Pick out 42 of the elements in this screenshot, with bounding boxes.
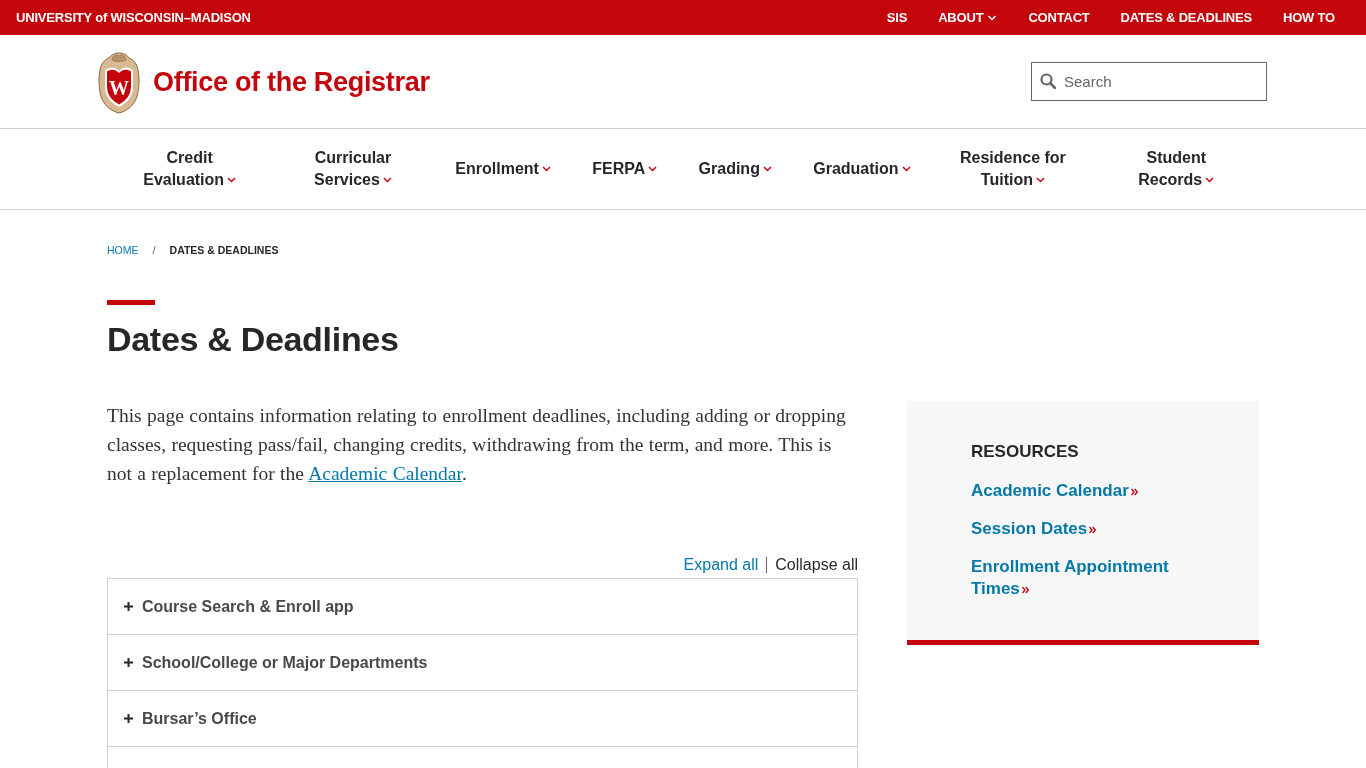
chevron-down-icon: [762, 166, 772, 172]
main-nav-link[interactable]: Graduation: [813, 158, 911, 180]
top-nav-link[interactable]: DATES & DEADLINES: [1120, 10, 1252, 25]
chevron-down-icon: [227, 177, 237, 183]
chevron-down-icon: [541, 166, 551, 172]
main-nav-link[interactable]: Student Records: [1115, 147, 1238, 191]
chevron-down-icon: [648, 166, 658, 172]
double-chevron-icon: [1130, 488, 1138, 496]
breadcrumb-link[interactable]: HOME: [107, 243, 139, 257]
intro-paragraph: This page contains information relating to enrollment deadlines, including adding or dropping classes, requesting pass/fail, changing credits, withdrawing from the term, and more. This is not a replacement for the Academic Calendar.: [107, 404, 847, 486]
search-field[interactable]: Search: [1031, 62, 1267, 101]
main-nav-link[interactable]: Residence for Tuition: [951, 147, 1074, 191]
calendar-link[interactable]: Academic Calendar: [308, 463, 462, 484]
resource-link[interactable]: Enrollment Appointment Times: [971, 556, 1219, 600]
university-link[interactable]: UNIVERSITY of WISCONSIN–MADISON: [16, 10, 251, 25]
title-accent-bar: [107, 300, 155, 305]
chevron-down-icon: [382, 177, 392, 183]
breadcrumb-separator: /: [152, 243, 156, 257]
resource-link[interactable]: Session Dates: [971, 518, 1097, 540]
main-nav-link[interactable]: FERPA: [592, 158, 658, 180]
main-nav-link[interactable]: Grading: [698, 158, 772, 180]
resource-link[interactable]: Academic Calendar: [971, 480, 1138, 502]
site-title[interactable]: Office of the Registrar: [153, 67, 430, 98]
main-nav-link[interactable]: Credit Evaluation: [128, 147, 251, 191]
resources-heading: RESOURCES: [971, 441, 1080, 463]
expand-all-link[interactable]: Expand all: [683, 555, 759, 575]
double-chevron-icon: [1089, 526, 1097, 534]
main-nav-link[interactable]: Enrollment: [455, 158, 551, 180]
top-nav-link[interactable]: SIS: [886, 10, 908, 25]
double-chevron-icon: [1021, 586, 1029, 594]
top-nav-link[interactable]: ABOUT: [938, 10, 998, 25]
chevron-down-icon: [1205, 177, 1215, 183]
main-nav-link[interactable]: Curricular Services: [292, 147, 414, 191]
chevron-down-icon: [987, 14, 998, 21]
chevron-down-icon: [901, 166, 911, 172]
crest-logo: W: [98, 51, 140, 114]
search-icon: [1040, 73, 1056, 89]
chevron-down-icon: [1036, 177, 1045, 183]
top-nav-link[interactable]: CONTACT: [1028, 10, 1090, 25]
breadcrumb-current: DATES & DEADLINES: [169, 243, 279, 257]
page-title: Dates & Deadlines: [107, 319, 399, 359]
top-nav-link[interactable]: HOW TO: [1283, 10, 1335, 25]
